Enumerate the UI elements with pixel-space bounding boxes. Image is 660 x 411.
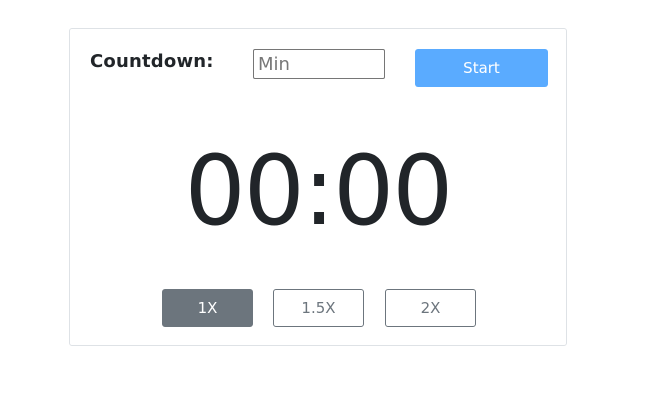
start-button[interactable]: Start (415, 49, 548, 87)
countdown-label: Countdown: (90, 51, 214, 72)
countdown-card: Countdown: Start 00:00 1X 1.5X 2X (69, 28, 567, 346)
minutes-input[interactable] (253, 49, 385, 79)
speed-1x-button[interactable]: 1X (162, 289, 253, 327)
speed-2x-button[interactable]: 2X (385, 289, 476, 327)
speed-1-5x-button[interactable]: 1.5X (273, 289, 364, 327)
timer-display: 00:00 (184, 135, 454, 247)
speed-button-group: 1X 1.5X 2X (162, 289, 482, 327)
